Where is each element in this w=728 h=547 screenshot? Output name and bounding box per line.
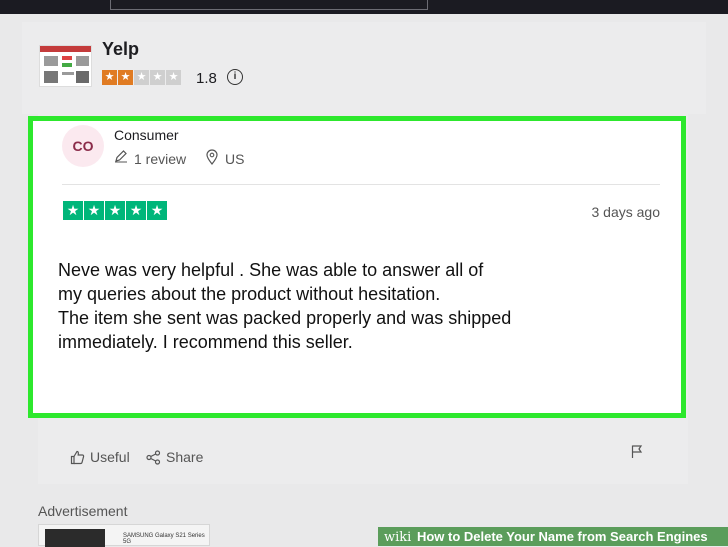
share-icon [146,449,161,465]
review-star-icon: ★ [147,201,167,220]
review-star-icon: ★ [126,201,146,220]
company-header [22,22,706,114]
search-bar[interactable] [110,0,428,10]
company-star-icon: ★ [134,70,149,85]
ad-banner[interactable]: SAMSUNG Galaxy S21 Series 5G [38,524,210,547]
top-navigation-bar [0,0,728,14]
watermark-banner: wiki How to Delete Your Name from Search… [378,527,728,546]
useful-button[interactable]: Useful [70,449,130,465]
reviewer-name[interactable]: Consumer [114,127,179,143]
company-rating-value: 1.8 [196,70,217,87]
info-icon[interactable]: i [227,69,243,85]
share-button[interactable]: Share [146,449,203,465]
ad-text: SAMSUNG Galaxy S21 Series 5G [123,533,205,545]
review-star-rating: ★ ★ ★ ★ ★ [63,201,167,220]
company-star-icon: ★ [102,70,117,85]
company-logo[interactable] [39,45,92,87]
review-date: 3 days ago [591,204,661,220]
company-name[interactable]: Yelp [102,39,139,60]
share-label: Share [166,449,204,465]
company-star-icon: ★ [118,70,133,85]
avatar[interactable]: CO [62,125,104,167]
review-star-icon: ★ [105,201,125,220]
company-star-icon: ★ [150,70,165,85]
pencil-icon [115,150,127,163]
useful-label: Useful [90,449,130,465]
thumbs-up-icon [70,450,85,464]
company-star-icon: ★ [166,70,181,85]
review-star-icon: ★ [84,201,104,220]
watermark-brand: wiki [384,530,412,545]
reviewer-location: US [225,151,245,167]
review-star-icon: ★ [63,201,83,220]
review-text: Neve was very helpful . She was able to … [58,260,512,352]
review-count: 1 review [134,151,187,167]
advertisement-label: Advertisement [38,503,128,519]
location-pin-icon [206,149,218,165]
divider [62,184,660,185]
flag-icon[interactable] [630,444,644,459]
watermark-title: How to Delete Your Name from Search Engi… [416,529,708,544]
company-star-rating: ★ ★ ★ ★ ★ [102,70,181,85]
ad-product-image [45,529,105,547]
